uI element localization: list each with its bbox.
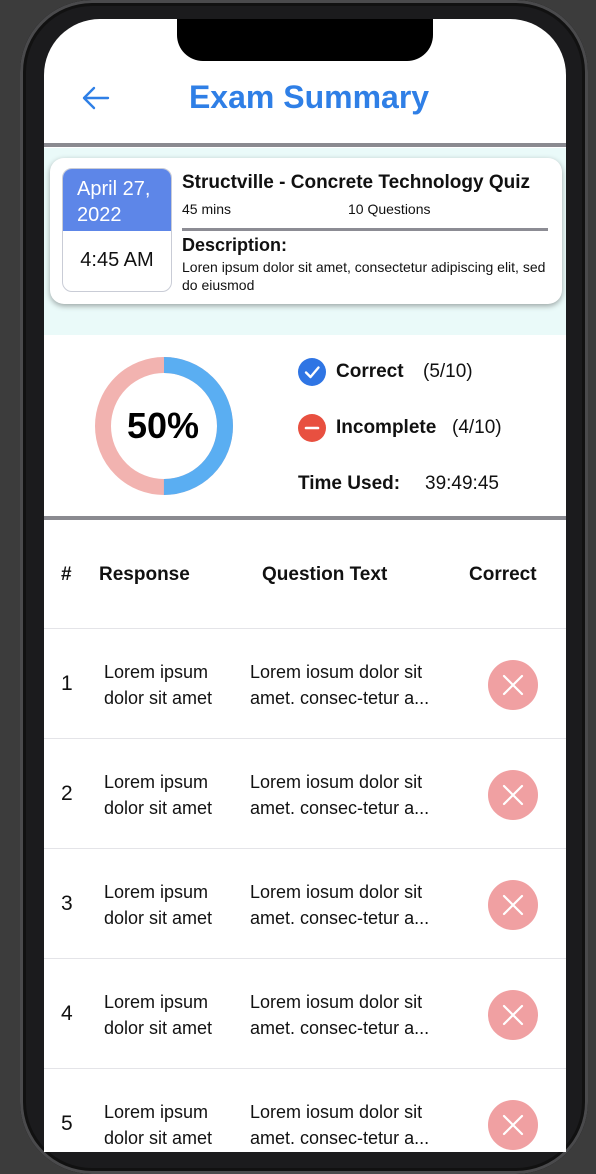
score-percent: 50% <box>126 405 200 446</box>
date-header: April 27, 2022 <box>63 169 171 231</box>
exam-title: Structville - Concrete Technology Quiz <box>182 172 531 193</box>
description-text: Loren ipsum dolor sit amet, consectetur … <box>182 259 546 293</box>
correct-label: Correct <box>336 361 404 382</box>
close-icon <box>488 880 538 930</box>
question-line: amet. consec-tetur a... <box>250 798 430 818</box>
question-line: amet. consec-tetur a... <box>250 908 430 928</box>
close-icon <box>488 1100 538 1150</box>
row-response: Lorem ipsum dolor sit amet <box>104 989 244 1041</box>
row-response: Lorem ipsum dolor sit amet <box>104 659 244 711</box>
row-question: Lorem iosum dolor sit amet. consec-tetur… <box>250 989 460 1041</box>
table-row[interactable]: 2 Lorem ipsum dolor sit amet Lorem iosum… <box>44 738 566 848</box>
response-line: dolor sit amet <box>104 908 213 928</box>
response-line: Lorem ipsum <box>104 882 209 902</box>
row-number: 5 <box>61 1112 73 1135</box>
incomplete-label: Incomplete <box>336 417 437 438</box>
question-line: Lorem iosum dolor sit <box>250 772 423 792</box>
row-response: Lorem ipsum dolor sit amet <box>104 769 244 821</box>
row-number: 4 <box>61 1002 73 1025</box>
row-question: Lorem iosum dolor sit amet. consec-tetur… <box>250 659 460 711</box>
row-number: 3 <box>61 892 73 915</box>
close-icon <box>488 990 538 1040</box>
response-line: dolor sit amet <box>104 1018 213 1038</box>
response-line: Lorem ipsum <box>104 1102 209 1122</box>
minus-icon <box>298 414 326 442</box>
column-header-number: # <box>61 564 72 585</box>
page-title: Exam Summary <box>188 79 430 115</box>
card-divider <box>182 228 548 231</box>
close-icon <box>488 660 538 710</box>
score-section: 50% Correct (5/10) Incomplete (4/10) Tim… <box>44 335 566 517</box>
table-row[interactable]: 3 Lorem ipsum dolor sit amet Lorem iosum… <box>44 848 566 958</box>
row-response: Lorem ipsum dolor sit amet <box>104 1099 244 1151</box>
time-used-value: 39:49:45 <box>425 473 499 494</box>
table-row[interactable]: 5 Lorem ipsum dolor sit amet Lorem iosum… <box>44 1068 566 1152</box>
question-line: amet. consec-tetur a... <box>250 688 430 708</box>
response-line: dolor sit amet <box>104 1128 213 1148</box>
exam-time: 4:45 AM <box>80 249 154 271</box>
question-line: Lorem iosum dolor sit <box>250 1102 423 1122</box>
response-line: Lorem ipsum <box>104 992 209 1012</box>
header-divider <box>44 143 566 147</box>
description-label: Description: <box>182 235 288 255</box>
question-line: Lorem iosum dolor sit <box>250 662 423 682</box>
question-line: Lorem iosum dolor sit <box>250 992 423 1012</box>
response-line: dolor sit amet <box>104 798 213 818</box>
device-notch <box>177 19 433 61</box>
question-line: amet. consec-tetur a... <box>250 1018 430 1038</box>
check-icon <box>298 358 326 386</box>
exam-duration: 45 mins <box>182 201 232 217</box>
table-row[interactable]: 4 Lorem ipsum dolor sit amet Lorem iosum… <box>44 958 566 1068</box>
table-row[interactable]: 1 Lorem ipsum dolor sit amet Lorem iosum… <box>44 628 566 738</box>
table-header: # Response Question Text Correct <box>44 521 566 629</box>
row-question: Lorem iosum dolor sit amet. consec-tetur… <box>250 1099 460 1151</box>
column-header-response: Response <box>99 564 190 585</box>
date-box: April 27, 2022 4:45 AM <box>62 168 172 292</box>
row-response: Lorem ipsum dolor sit amet <box>104 879 244 931</box>
question-line: amet. consec-tetur a... <box>250 1128 430 1148</box>
time-used-label: Time Used: <box>298 473 401 494</box>
response-line: Lorem ipsum <box>104 662 209 682</box>
row-number: 2 <box>61 782 73 805</box>
exam-card[interactable]: April 27, 2022 4:45 AM Structville - Con… <box>50 158 562 304</box>
incomplete-count: (4/10) <box>452 417 502 438</box>
column-header-correct: Correct <box>469 564 537 585</box>
results-table: 1 Lorem ipsum dolor sit amet Lorem iosum… <box>44 628 566 1152</box>
row-number: 1 <box>61 672 73 695</box>
column-header-question: Question Text <box>262 564 388 585</box>
exam-info-section: April 27, 2022 4:45 AM Structville - Con… <box>44 148 566 335</box>
row-question: Lorem iosum dolor sit amet. consec-tetur… <box>250 879 460 931</box>
date-year: 2022 <box>77 204 122 226</box>
correct-count: (5/10) <box>423 361 473 382</box>
exam-question-count: 10 Questions <box>348 201 431 217</box>
app-screen: Exam Summary April 27, 2022 4:45 AM Stru… <box>44 19 566 1152</box>
question-line: Lorem iosum dolor sit <box>250 882 423 902</box>
close-icon <box>488 770 538 820</box>
response-line: dolor sit amet <box>104 688 213 708</box>
date-month-day: April 27, <box>77 178 151 200</box>
row-question: Lorem iosum dolor sit amet. consec-tetur… <box>250 769 460 821</box>
stats-divider <box>44 516 566 520</box>
response-line: Lorem ipsum <box>104 772 209 792</box>
